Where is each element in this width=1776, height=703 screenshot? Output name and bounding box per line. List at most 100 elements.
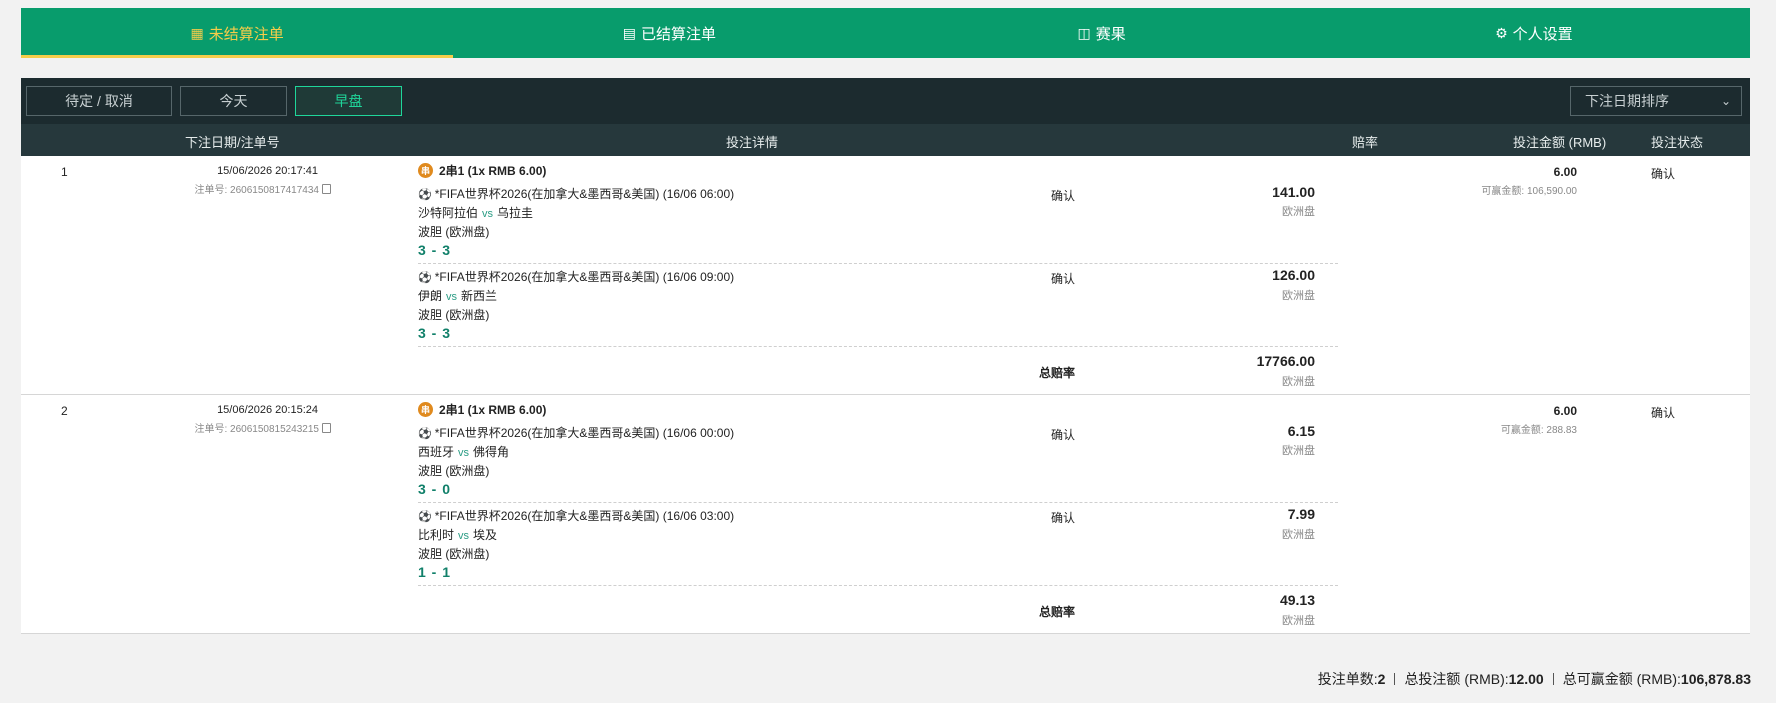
- leg-away: 埃及: [473, 528, 498, 542]
- tab-label: 未结算注单: [208, 25, 284, 43]
- col-status: 投注状态: [1651, 135, 1704, 150]
- bet-datetime: 15/06/2026 20:15:24: [217, 404, 318, 416]
- leg-home: 伊朗: [418, 289, 443, 303]
- parlay-badge-icon: 串: [418, 402, 433, 417]
- soccer-ball-icon: ⚽: [418, 272, 432, 284]
- stake-amount: 6.00: [1553, 165, 1577, 179]
- tab-results[interactable]: ◫ 赛果: [886, 8, 1318, 58]
- divider: [1394, 673, 1396, 685]
- leg-odds: 141.00: [1272, 184, 1315, 200]
- bet-leg: ⚽ *FIFA世界杯2026(在加拿大&墨西哥&美国) (16/06 00:00)…: [418, 424, 1318, 498]
- order-number: 注单号: 2606150815243215: [194, 420, 331, 435]
- leg-vs: vs: [446, 291, 458, 303]
- bet-header: 串 2串1 (1x RMB 6.00): [418, 401, 546, 418]
- row-index: 1: [61, 165, 68, 179]
- leg-pick: 3 - 0: [418, 481, 452, 497]
- col-detail: 投注详情: [726, 135, 779, 150]
- tab-unsettled[interactable]: ▦ 未结算注单: [21, 8, 454, 58]
- filter-pending-button[interactable]: 待定 / 取消: [26, 86, 172, 116]
- copy-icon[interactable]: [322, 184, 331, 194]
- leg-vs: vs: [458, 447, 470, 459]
- potential-win: 可赢金额: 106,590.00: [1481, 186, 1577, 197]
- leg-vs: vs: [482, 208, 494, 220]
- leg-market: 波胆 (欧洲盘): [418, 547, 490, 561]
- order-number-text: 注单号: 2606150815243215: [194, 424, 319, 435]
- total-odds-label: 总赔率: [1039, 605, 1076, 619]
- leg-odds: 7.99: [1287, 506, 1315, 522]
- stake-amount: 6.00: [1553, 404, 1577, 418]
- leg-home: 沙特阿拉伯: [418, 206, 479, 220]
- copy-icon[interactable]: [322, 423, 331, 433]
- leg-home: 西班牙: [418, 445, 455, 459]
- leg-pick: 3 - 3: [418, 325, 452, 341]
- tab-settings[interactable]: ⚙ 个人设置: [1318, 8, 1750, 58]
- leg-confirm: 确认: [1051, 511, 1076, 525]
- bet-leg: ⚽ *FIFA世界杯2026(在加拿大&墨西哥&美国) (16/06 06:00)…: [418, 185, 1318, 259]
- sort-select-value: 下注日期排序: [1585, 93, 1669, 109]
- bet-header-text: 2串1 (1x RMB 6.00): [439, 164, 547, 178]
- tab-label: 赛果: [1095, 25, 1126, 43]
- soccer-ball-icon: ⚽: [418, 511, 432, 523]
- table-row: 1 15/06/2026 20:17:41 注单号: 2606150817417…: [21, 156, 1750, 395]
- total-stake: 12.00: [1508, 671, 1544, 687]
- table-row: 2 15/06/2026 20:15:24 注单号: 2606150815243…: [21, 395, 1750, 634]
- leg-odds-market: 欧洲盘: [1282, 529, 1315, 541]
- divider: [418, 263, 1338, 264]
- total-win: 106,878.83: [1680, 671, 1751, 687]
- parlay-badge-icon: 串: [418, 163, 433, 178]
- leg-vs: vs: [458, 530, 470, 542]
- leg-away: 佛得角: [473, 445, 510, 459]
- bet-datetime: 15/06/2026 20:17:41: [217, 165, 318, 177]
- bet-header-text: 2串1 (1x RMB 6.00): [439, 403, 547, 417]
- bet-leg: ⚽ *FIFA世界杯2026(在加拿大&墨西哥&美国) (16/06 09:00)…: [418, 268, 1318, 342]
- divider: [418, 585, 1338, 586]
- total-win-label: 总可赢金额 (RMB):: [1562, 671, 1681, 687]
- leg-home: 比利时: [418, 528, 455, 542]
- bet-count-label: 投注单数:: [1317, 671, 1378, 687]
- total-odds-market: 欧洲盘: [1282, 615, 1315, 627]
- leg-league: *FIFA世界杯2026(在加拿大&墨西哥&美国) (16/06 06:00): [434, 187, 735, 201]
- leg-market: 波胆 (欧洲盘): [418, 225, 490, 239]
- leg-away: 乌拉圭: [497, 206, 534, 220]
- top-nav: ▦ 未结算注单 ▤ 已结算注单 ◫ 赛果 ⚙ 个人设置: [21, 8, 1750, 58]
- leg-odds: 126.00: [1272, 267, 1315, 283]
- bet-status: 确认: [1651, 406, 1676, 420]
- leg-odds: 6.15: [1287, 423, 1315, 439]
- settled-icon: ▤: [622, 24, 636, 41]
- soccer-ball-icon: ⚽: [418, 428, 432, 440]
- filter-today-button[interactable]: 今天: [180, 86, 287, 116]
- bet-count: 2: [1377, 671, 1386, 687]
- filter-early-button[interactable]: 早盘: [295, 86, 402, 116]
- bet-status: 确认: [1651, 167, 1676, 181]
- leg-pick: 1 - 1: [418, 564, 452, 580]
- total-odds: 17766.00: [1256, 353, 1315, 369]
- filter-bar: 待定 / 取消 今天 早盘 下注日期排序 ⌄: [21, 78, 1750, 124]
- gear-icon: ⚙: [1495, 24, 1508, 41]
- order-number-text: 注单号: 2606150817417434: [194, 185, 319, 196]
- leg-league: *FIFA世界杯2026(在加拿大&墨西哥&美国) (16/06 00:00): [434, 426, 735, 440]
- leg-market: 波胆 (欧洲盘): [418, 308, 490, 322]
- table-header: 下注日期/注单号 投注详情 赔率 投注金额 (RMB) 投注状态: [21, 124, 1750, 156]
- total-odds-market: 欧洲盘: [1282, 376, 1315, 388]
- leg-market: 波胆 (欧洲盘): [418, 464, 490, 478]
- leg-odds-market: 欧洲盘: [1282, 290, 1315, 302]
- col-odds: 赔率: [1352, 135, 1379, 150]
- leg-confirm: 确认: [1051, 428, 1076, 442]
- leg-away: 新西兰: [461, 289, 498, 303]
- leg-odds-market: 欧洲盘: [1282, 445, 1315, 457]
- tab-settled[interactable]: ▤ 已结算注单: [453, 8, 885, 58]
- divider: [418, 346, 1338, 347]
- leg-confirm: 确认: [1051, 272, 1076, 286]
- leg-pick: 3 - 3: [418, 242, 452, 258]
- leg-confirm: 确认: [1051, 189, 1076, 203]
- potential-win: 可赢金额: 288.83: [1500, 425, 1577, 436]
- bet-header: 串 2串1 (1x RMB 6.00): [418, 162, 546, 179]
- divider: [418, 502, 1338, 503]
- sort-select[interactable]: 下注日期排序 ⌄: [1570, 86, 1742, 116]
- total-stake-label: 总投注额 (RMB):: [1404, 671, 1509, 687]
- col-stake: 投注金额 (RMB): [1513, 135, 1607, 150]
- leg-odds-market: 欧洲盘: [1282, 206, 1315, 218]
- leg-league: *FIFA世界杯2026(在加拿大&墨西哥&美国) (16/06 03:00): [434, 509, 735, 523]
- total-odds-label: 总赔率: [1039, 366, 1076, 380]
- bet-leg: ⚽ *FIFA世界杯2026(在加拿大&墨西哥&美国) (16/06 03:00)…: [418, 507, 1318, 581]
